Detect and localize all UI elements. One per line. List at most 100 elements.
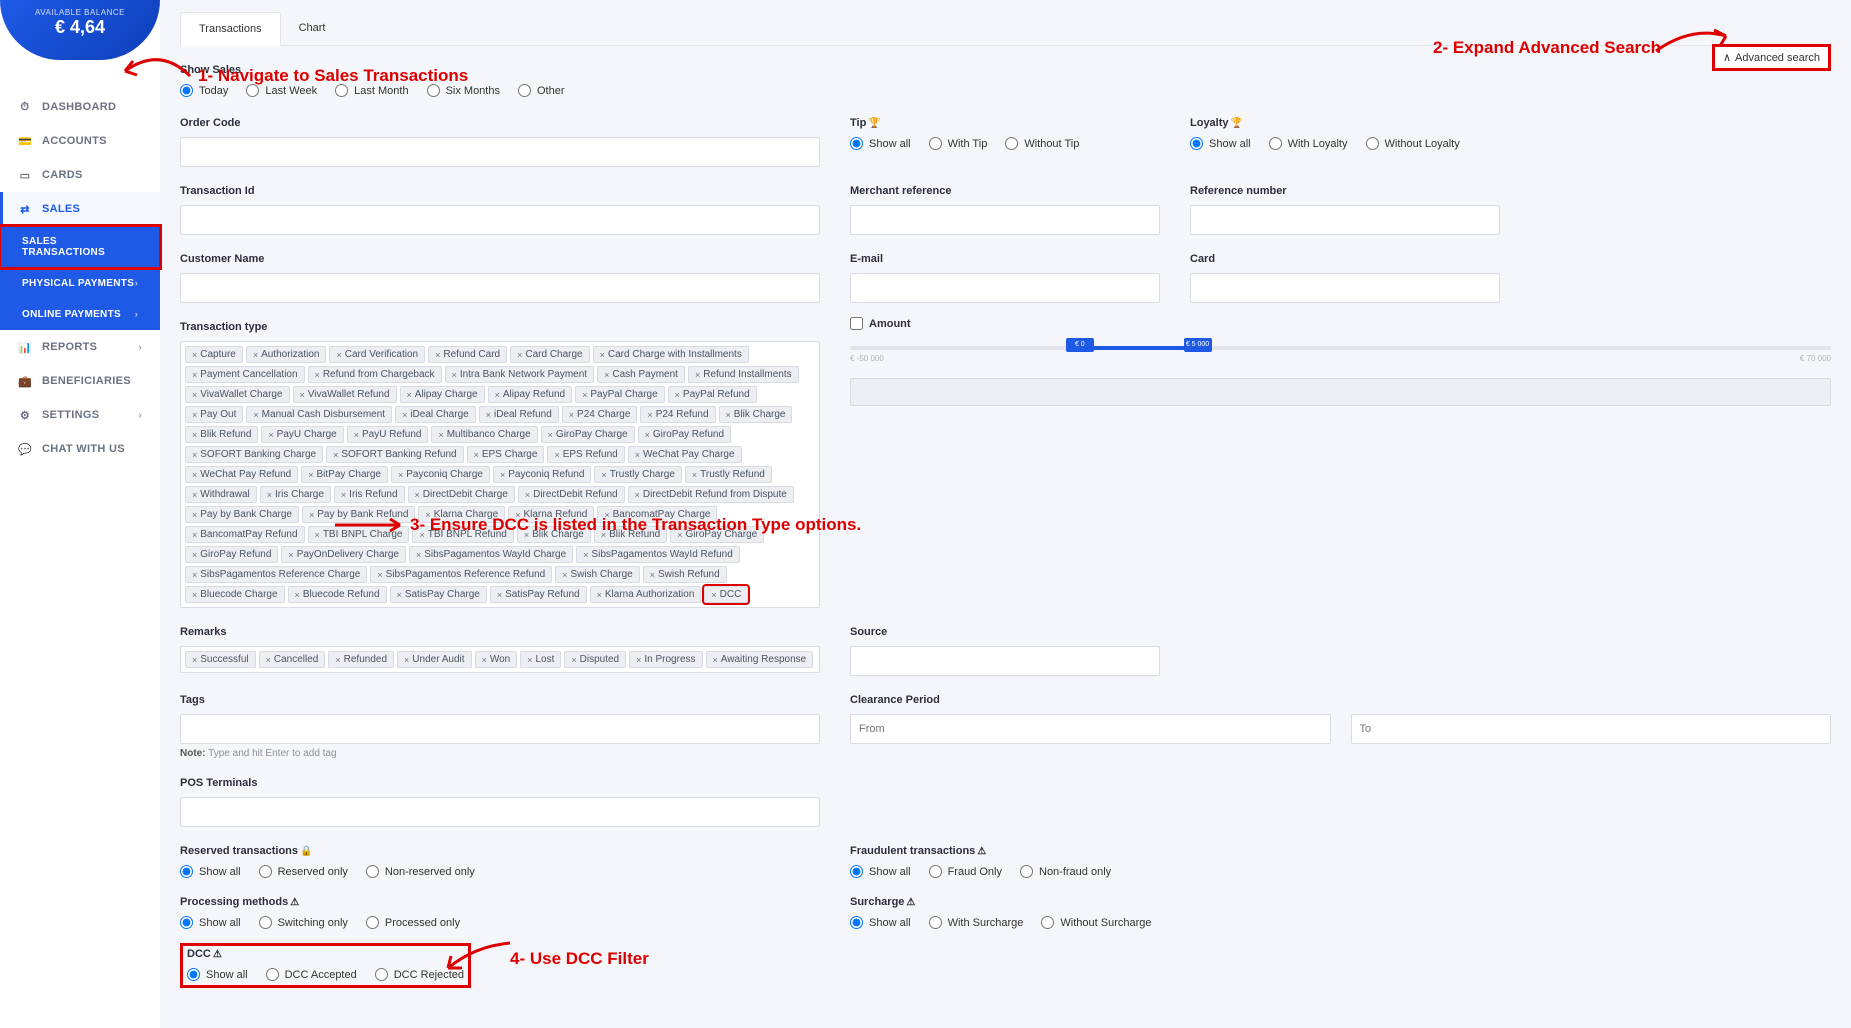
dcc-radio[interactable] xyxy=(187,968,200,981)
pos-terminals-input[interactable] xyxy=(180,797,820,827)
loyalty-radio[interactable] xyxy=(1190,137,1203,150)
processing-radio[interactable] xyxy=(180,916,193,929)
filter-tag[interactable]: ×Refund from Chargeback xyxy=(308,366,442,383)
reserved-option[interactable]: Reserved only xyxy=(259,865,348,878)
transaction-type-tags[interactable]: ×Capture×Authorization×Card Verification… xyxy=(180,341,820,608)
surcharge-option[interactable]: Show all xyxy=(850,916,911,929)
filter-tag[interactable]: ×Pay by Bank Charge xyxy=(185,506,299,523)
nav-dashboard[interactable]: ⏱DASHBOARD xyxy=(0,90,160,124)
remove-tag-icon[interactable]: × xyxy=(435,350,440,360)
tip-option[interactable]: With Tip xyxy=(929,137,988,150)
remove-tag-icon[interactable]: × xyxy=(583,550,588,560)
ref-number-input[interactable] xyxy=(1190,205,1500,235)
remove-tag-icon[interactable]: × xyxy=(192,350,197,360)
remove-tag-icon[interactable]: × xyxy=(266,655,271,665)
surcharge-option[interactable]: With Surcharge xyxy=(929,916,1024,929)
remove-tag-icon[interactable]: × xyxy=(341,490,346,500)
dcc-option[interactable]: DCC Accepted xyxy=(266,968,357,981)
remove-tag-icon[interactable]: × xyxy=(336,350,341,360)
remove-tag-icon[interactable]: × xyxy=(267,490,272,500)
subnav-sales-transactions[interactable]: SALES TRANSACTIONS xyxy=(0,226,160,268)
amount-slider[interactable]: € 0 € 5 000 € -50 000 € 70 000 xyxy=(850,336,1831,364)
filter-tag[interactable]: ×EPS Charge xyxy=(467,446,545,463)
nav-cards[interactable]: ▭CARDS xyxy=(0,158,160,192)
filter-tag[interactable]: ×In Progress xyxy=(629,651,702,668)
reserved-radio[interactable] xyxy=(180,865,193,878)
remove-tag-icon[interactable]: × xyxy=(354,430,359,440)
filter-tag[interactable]: ×VivaWallet Charge xyxy=(185,386,290,403)
remove-tag-icon[interactable]: × xyxy=(315,370,320,380)
filter-tag[interactable]: ×Blik Charge xyxy=(517,526,591,543)
filter-tag[interactable]: ×SibsPagamentos WayId Refund xyxy=(576,546,740,563)
filter-tag[interactable]: ×Manual Cash Disbursement xyxy=(246,406,392,423)
dcc-radio[interactable] xyxy=(375,968,388,981)
remove-tag-icon[interactable]: × xyxy=(452,370,457,380)
remove-tag-icon[interactable]: × xyxy=(562,570,567,580)
slider-handle-max[interactable]: € 5 000 xyxy=(1184,338,1212,352)
filter-tag[interactable]: ×Blik Refund xyxy=(185,426,258,443)
filter-tag[interactable]: ×GiroPay Charge xyxy=(541,426,635,443)
dcc-radio[interactable] xyxy=(266,968,279,981)
filter-tag[interactable]: ×BancomatPay Charge xyxy=(597,506,717,523)
source-input[interactable] xyxy=(850,646,1160,676)
remove-tag-icon[interactable]: × xyxy=(601,530,606,540)
dcc-option[interactable]: DCC Rejected xyxy=(375,968,464,981)
filter-tag[interactable]: ×SibsPagamentos WayId Charge xyxy=(409,546,573,563)
filter-tag[interactable]: ×Disputed xyxy=(564,651,626,668)
surcharge-option[interactable]: Without Surcharge xyxy=(1041,916,1151,929)
processing-option[interactable]: Show all xyxy=(180,916,241,929)
remove-tag-icon[interactable]: × xyxy=(692,470,697,480)
show-sales-radio[interactable] xyxy=(335,84,348,97)
remove-tag-icon[interactable]: × xyxy=(288,550,293,560)
nav-accounts[interactable]: 💳ACCOUNTS xyxy=(0,124,160,158)
remove-tag-icon[interactable]: × xyxy=(192,470,197,480)
remove-tag-icon[interactable]: × xyxy=(500,470,505,480)
remove-tag-icon[interactable]: × xyxy=(645,430,650,440)
filter-tag[interactable]: ×Trustly Charge xyxy=(594,466,681,483)
fraud-radio[interactable] xyxy=(1020,865,1033,878)
order-code-input[interactable] xyxy=(180,137,820,167)
remove-tag-icon[interactable]: × xyxy=(192,510,197,520)
filter-tag[interactable]: ×Payment Cancellation xyxy=(185,366,305,383)
filter-tag[interactable]: ×Authorization xyxy=(246,346,327,363)
remove-tag-icon[interactable]: × xyxy=(713,655,718,665)
remove-tag-icon[interactable]: × xyxy=(601,470,606,480)
subnav-online-payments[interactable]: ONLINE PAYMENTS› xyxy=(0,299,160,330)
filter-tag[interactable]: ×DCC xyxy=(704,586,748,603)
filter-tag[interactable]: ×Trustly Refund xyxy=(685,466,772,483)
filter-tag[interactable]: ×Alipay Refund xyxy=(488,386,573,403)
remove-tag-icon[interactable]: × xyxy=(636,655,641,665)
filter-tag[interactable]: ×Klarna Charge xyxy=(418,506,505,523)
remove-tag-icon[interactable]: × xyxy=(192,430,197,440)
remove-tag-icon[interactable]: × xyxy=(600,350,605,360)
filter-tag[interactable]: ×P24 Refund xyxy=(640,406,715,423)
remove-tag-icon[interactable]: × xyxy=(517,350,522,360)
filter-tag[interactable]: ×iDeal Refund xyxy=(479,406,559,423)
filter-tag[interactable]: ×Multibanco Charge xyxy=(431,426,537,443)
filter-tag[interactable]: ×GiroPay Refund xyxy=(185,546,278,563)
filter-tag[interactable]: ×Capture xyxy=(185,346,243,363)
processing-radio[interactable] xyxy=(259,916,272,929)
remove-tag-icon[interactable]: × xyxy=(438,430,443,440)
filter-tag[interactable]: ×Card Charge with Installments xyxy=(593,346,749,363)
surcharge-radio[interactable] xyxy=(850,916,863,929)
surcharge-radio[interactable] xyxy=(1041,916,1054,929)
filter-tag[interactable]: ×GiroPay Charge xyxy=(670,526,764,543)
email-input[interactable] xyxy=(850,273,1160,303)
remove-tag-icon[interactable]: × xyxy=(495,390,500,400)
filter-tag[interactable]: ×Pay by Bank Refund xyxy=(302,506,415,523)
remove-tag-icon[interactable]: × xyxy=(677,530,682,540)
filter-tag[interactable]: ×PayU Charge xyxy=(261,426,343,443)
remove-tag-icon[interactable]: × xyxy=(192,570,197,580)
remove-tag-icon[interactable]: × xyxy=(192,530,197,540)
tags-input[interactable] xyxy=(180,714,820,744)
filter-tag[interactable]: ×DirectDebit Refund xyxy=(518,486,625,503)
loyalty-option[interactable]: With Loyalty xyxy=(1269,137,1348,150)
remove-tag-icon[interactable]: × xyxy=(192,390,197,400)
filter-tag[interactable]: ×Klarna Refund xyxy=(508,506,594,523)
remove-tag-icon[interactable]: × xyxy=(650,570,655,580)
remove-tag-icon[interactable]: × xyxy=(335,655,340,665)
filter-tag[interactable]: ×Cancelled xyxy=(259,651,326,668)
clearance-from-input[interactable] xyxy=(850,714,1331,744)
remove-tag-icon[interactable]: × xyxy=(419,530,424,540)
